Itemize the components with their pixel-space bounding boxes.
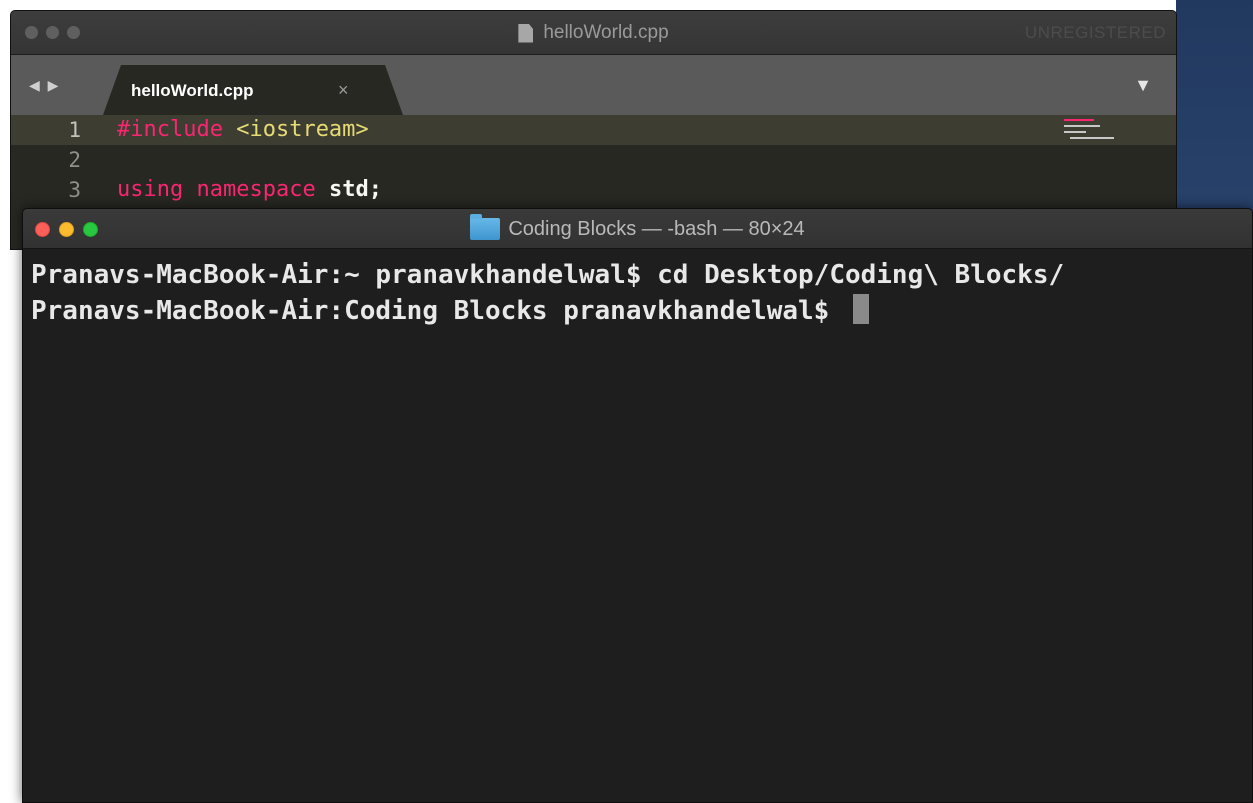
terminal-output[interactable]: Pranavs-MacBook-Air:~ pranavkhandelwal$ … [23,249,1252,329]
line-number: 3 [68,178,81,202]
minimap[interactable] [1064,119,1120,143]
tab-close-icon[interactable]: × [338,80,349,101]
folder-icon [470,214,501,240]
terminal-prompt: Pranavs-MacBook-Air:Coding Blocks pranav… [31,296,845,326]
tab-label: helloWorld.cpp [131,81,254,100]
minimap-line [1064,125,1100,127]
text-cursor [852,294,869,324]
editor-titlebar[interactable]: helloWorld.cpp UNREGISTERED [11,11,1176,55]
terminal-window[interactable]: Coding Blocks — -bash — 80×24 Pranavs-Ma… [22,208,1253,803]
editor-title-text: helloWorld.cpp [543,22,669,43]
tab-helloworld[interactable]: helloWorld.cpp × [103,65,403,115]
editor-tabbar: ◀ ▶ helloWorld.cpp × ▼ [11,55,1176,115]
editor-window-title: helloWorld.cpp [11,11,1176,55]
document-icon [518,23,534,43]
token-keyword: namespace [196,177,316,202]
minimap-line [1064,131,1086,133]
minimap-line [1064,119,1094,121]
tab-menu-chevron-down-icon[interactable]: ▼ [1134,75,1152,96]
tab-nav-arrows-icon[interactable]: ◀ ▶ [29,77,60,94]
code-line: using namespace std; [117,175,382,205]
license-status: UNREGISTERED [1024,23,1166,42]
code-line: #include <iostream> [107,115,1176,145]
terminal-prompt-line: Pranavs-MacBook-Air:Coding Blocks pranav… [31,293,1252,329]
token-header: <iostream> [236,117,369,142]
token-preprocessor: #include [117,117,223,142]
minimap-line [1070,137,1114,139]
line-number: 1 [11,115,107,145]
token-keyword: using [117,177,184,202]
token-identifier: std; [328,177,382,202]
terminal-window-title: Coding Blocks — -bash — 80×24 [23,209,1252,249]
terminal-titlebar[interactable]: Coding Blocks — -bash — 80×24 [23,209,1252,249]
terminal-title-text: Coding Blocks — -bash — 80×24 [508,217,805,240]
terminal-line: Pranavs-MacBook-Air:~ pranavkhandelwal$ … [31,260,1065,290]
line-number: 2 [68,148,81,172]
